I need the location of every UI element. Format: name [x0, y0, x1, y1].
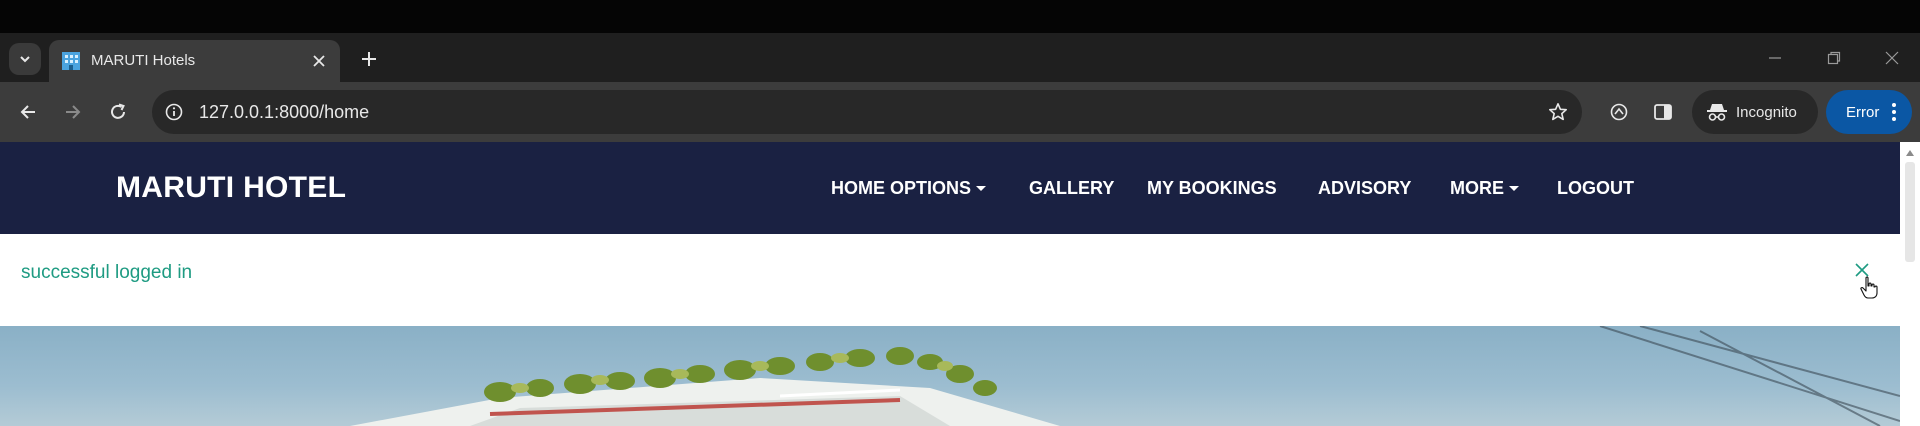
nav-logout[interactable]: LOGOUT [1557, 178, 1634, 199]
nav-gallery-label: GALLERY [1029, 178, 1115, 198]
site-navbar: MARUTI HOTEL HOME OPTIONS GALLERY MY BOO… [0, 142, 1900, 234]
nav-gallery[interactable]: GALLERY [1029, 178, 1114, 199]
nav-my-bookings[interactable]: MY BOOKINGS [1147, 178, 1277, 199]
alert-message: successful logged in [21, 262, 193, 283]
error-label: Error [1846, 103, 1880, 121]
incognito-indicator[interactable]: Incognito [1692, 90, 1818, 134]
reload-button[interactable] [102, 96, 134, 128]
minimize-icon [1769, 57, 1781, 59]
back-arrow-icon [20, 105, 35, 119]
nav-my-bookings-label: MY BOOKINGS [1147, 178, 1277, 198]
web-page: MARUTI HOTEL HOME OPTIONS GALLERY MY BOO… [0, 142, 1900, 426]
bookmark-button[interactable] [1546, 100, 1570, 124]
nav-advisory-label: ADVISORY [1318, 178, 1412, 198]
hotel-favicon-icon [62, 52, 80, 70]
close-icon [1855, 263, 1869, 277]
page-scrollbar[interactable] [1900, 142, 1920, 426]
scroll-up-icon [1906, 150, 1914, 156]
tab-title: MARUTI Hotels [91, 52, 196, 69]
nav-more[interactable]: MORE [1450, 178, 1519, 199]
side-panel-button[interactable] [1647, 96, 1679, 128]
nav-advisory[interactable]: ADVISORY [1318, 178, 1411, 199]
caret-down-icon [1509, 186, 1519, 191]
screen-top-bar [0, 0, 1920, 33]
restore-icon [1827, 51, 1841, 65]
nav-more-label: MORE [1450, 178, 1504, 198]
site-info-icon [165, 103, 183, 121]
tab-search-button[interactable] [9, 43, 41, 75]
incognito-label: Incognito [1736, 103, 1797, 121]
extension-icon [1610, 103, 1628, 121]
plus-icon [362, 52, 376, 66]
browser-toolbar: 127.0.0.1:8000/home Incognito Error [0, 82, 1920, 142]
reload-icon [111, 103, 125, 119]
back-button[interactable] [12, 96, 44, 128]
success-alert: successful logged in [0, 234, 1900, 326]
profile-error-button[interactable]: Error [1826, 90, 1912, 134]
site-brand[interactable]: MARUTI HOTEL [116, 171, 346, 205]
nav-logout-label: LOGOUT [1557, 178, 1634, 198]
hero-image [0, 326, 1900, 426]
forward-button[interactable] [57, 96, 89, 128]
incognito-icon [1707, 104, 1727, 121]
star-icon [1549, 103, 1567, 121]
close-icon [1885, 51, 1899, 65]
browser-tab[interactable]: MARUTI Hotels [49, 40, 340, 82]
cursor-hand-icon [1860, 276, 1878, 299]
extensions-button[interactable] [1603, 96, 1635, 128]
site-info-button[interactable] [162, 100, 186, 124]
address-bar[interactable]: 127.0.0.1:8000/home [152, 90, 1582, 134]
kebab-menu-icon [1892, 103, 1897, 121]
minimize-button[interactable] [1762, 45, 1788, 71]
restore-button[interactable] [1821, 45, 1847, 71]
tab-close-button[interactable] [308, 50, 330, 72]
caret-down-icon [976, 186, 987, 191]
forward-arrow-icon [66, 105, 81, 119]
scrollbar-thumb[interactable] [1905, 162, 1915, 262]
address-url: 127.0.0.1:8000/home [199, 102, 370, 122]
side-panel-icon [1654, 104, 1672, 120]
browser-tab-strip: MARUTI Hotels [0, 33, 1920, 82]
nav-home-options[interactable]: HOME OPTIONS [831, 178, 987, 199]
new-tab-button[interactable] [355, 45, 383, 73]
window-close-button[interactable] [1879, 45, 1905, 71]
close-icon [313, 55, 325, 67]
tab-search-icon [20, 56, 30, 63]
nav-home-options-label: HOME OPTIONS [831, 178, 972, 198]
